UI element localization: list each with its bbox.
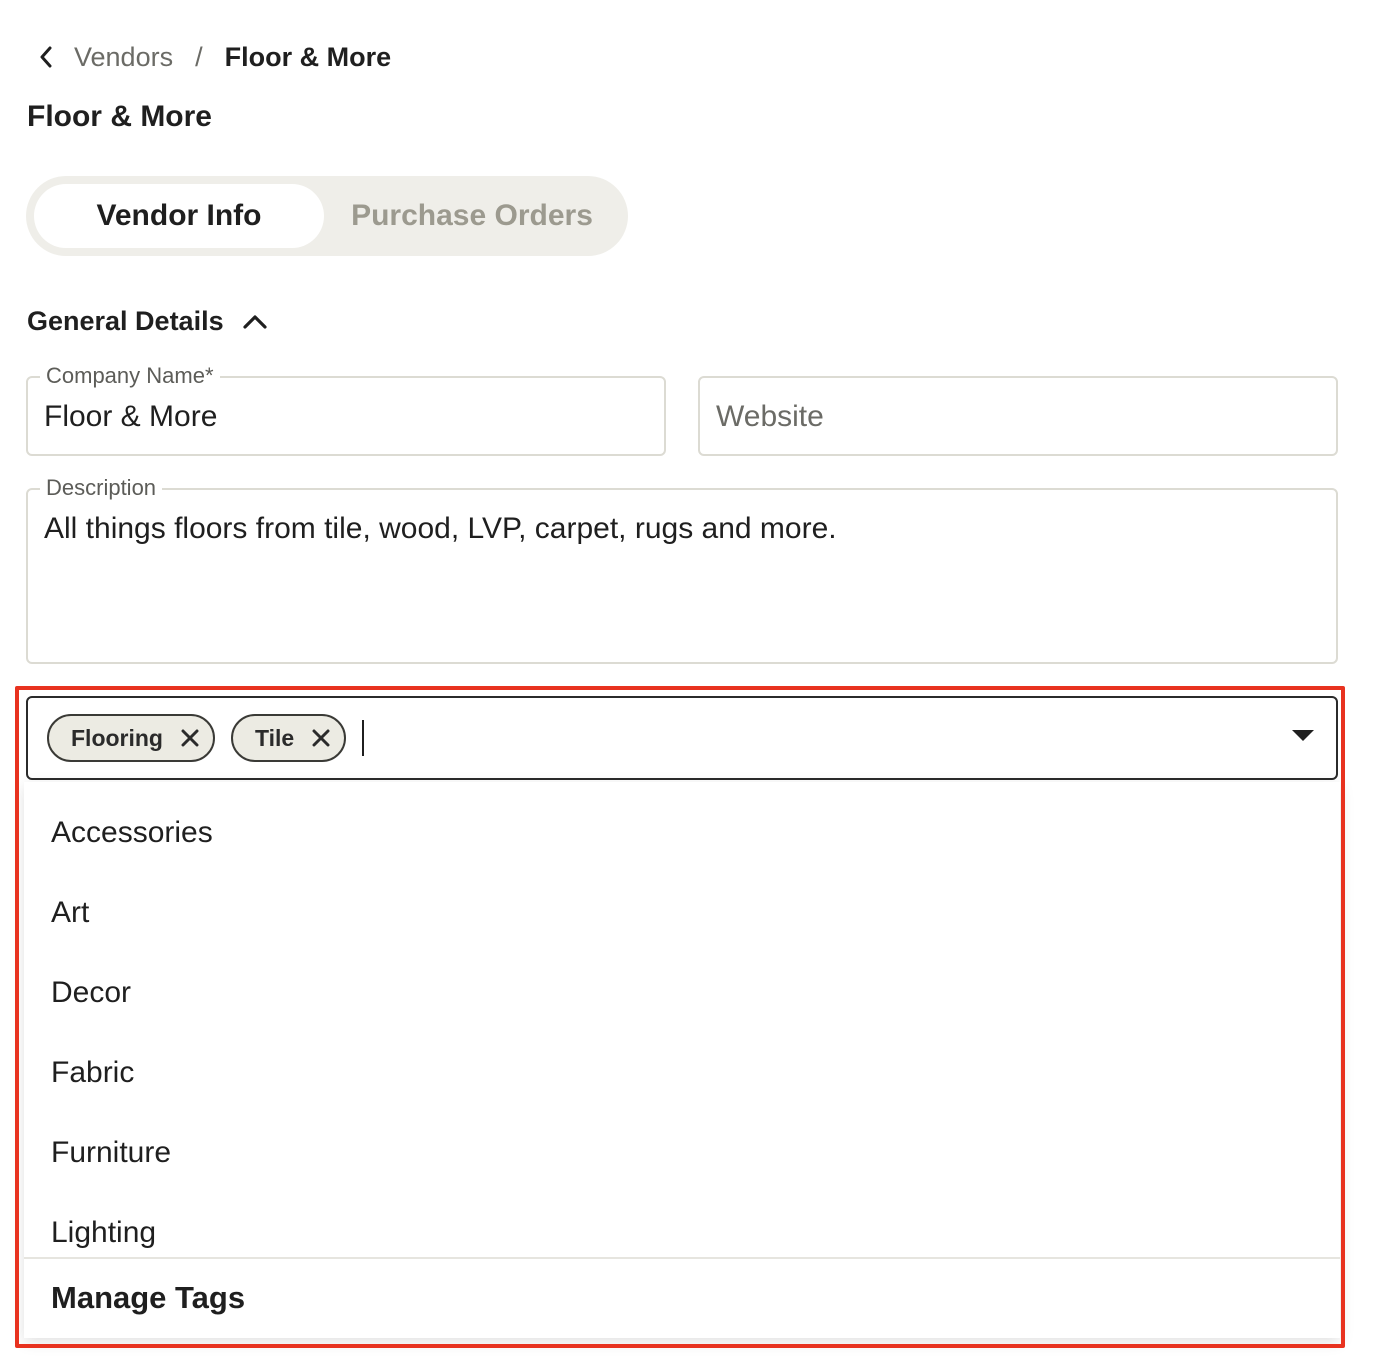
description-label: Description xyxy=(40,476,163,500)
chevron-up-icon xyxy=(242,309,268,335)
page-title: Floor & More xyxy=(27,100,212,133)
breadcrumb-current: Floor & More xyxy=(224,41,392,72)
website-field[interactable]: Website xyxy=(698,376,1338,456)
description-field[interactable]: Description All things floors from tile,… xyxy=(26,476,1338,664)
company-name-field[interactable]: Company Name* Floor & More xyxy=(26,364,666,456)
tab-bar: Vendor Info Purchase Orders xyxy=(26,176,628,256)
tab-vendor-info[interactable]: Vendor Info xyxy=(34,184,324,248)
general-details-toggle[interactable]: General Details xyxy=(27,306,268,337)
website-placeholder: Website xyxy=(716,400,824,433)
breadcrumb-vendors-link[interactable]: Vendors xyxy=(74,42,173,73)
chevron-left-icon[interactable] xyxy=(34,45,58,69)
section-title: General Details xyxy=(27,306,224,336)
company-name-label: Company Name* xyxy=(40,364,220,388)
company-name-value: Floor & More xyxy=(44,400,218,433)
breadcrumb: Vendors / Floor & More xyxy=(34,38,391,76)
tab-purchase-orders[interactable]: Purchase Orders xyxy=(324,184,620,248)
description-value: All things floors from tile, wood, LVP, … xyxy=(44,512,837,545)
breadcrumb-separator: / xyxy=(195,41,203,72)
highlight-box xyxy=(15,686,1345,1348)
